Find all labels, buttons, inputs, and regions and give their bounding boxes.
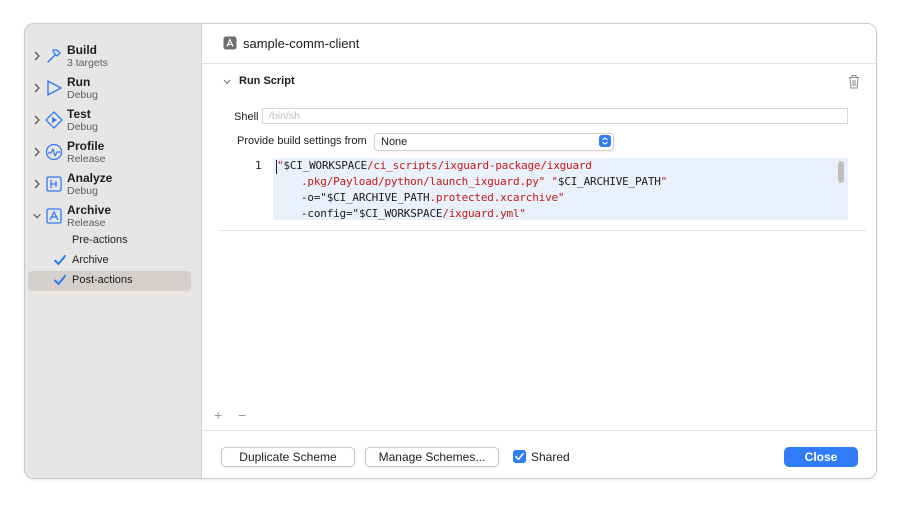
- chevron-right-icon[interactable]: [32, 146, 42, 158]
- script-token: $CI_WORKSPACE: [283, 159, 367, 172]
- target-header: sample-comm-client: [202, 24, 876, 64]
- script-token: .pkg/Payload/python/launch_ixguard.py" ": [301, 175, 558, 188]
- script-token: /ixguard.yml": [442, 207, 526, 220]
- sidebar-subitem-label: Post-actions: [72, 274, 133, 286]
- popup-stepper-icon: [599, 135, 611, 147]
- play-icon: [47, 80, 62, 96]
- hammer-icon: [47, 49, 61, 63]
- sidebar-subitem-post-actions[interactable]: Post-actions: [28, 271, 191, 291]
- scheme-footer: Duplicate Scheme Manage Schemes... Share…: [202, 430, 876, 478]
- sidebar-subitem-label: Pre-actions: [72, 234, 128, 246]
- chevron-down-icon[interactable]: [32, 210, 42, 222]
- script-token: -config=": [301, 207, 359, 220]
- script-editor[interactable]: 1 "$CI_WORKSPACE/ci_scripts/ixguard-pack…: [235, 158, 848, 220]
- close-button[interactable]: Close: [784, 447, 858, 467]
- script-line: "$CI_WORKSPACE/ci_scripts/ixguard-packag…: [277, 159, 592, 172]
- line-number: 1: [255, 159, 262, 172]
- post-actions-panel: sample-comm-client Run Script Shell Prov…: [202, 24, 876, 478]
- add-action-button[interactable]: +: [214, 407, 222, 423]
- shared-label: Shared: [531, 450, 570, 464]
- sidebar-item-subtitle: 3 targets: [67, 57, 108, 69]
- line-gutter: 1: [235, 158, 273, 220]
- archive-icon: [46, 208, 62, 224]
- editor-scrollbar[interactable]: [838, 161, 844, 183]
- script-token: $CI_ARCHIVE_PATH: [326, 191, 430, 204]
- checkmark-icon: [54, 255, 66, 265]
- chevron-right-icon[interactable]: [32, 178, 42, 190]
- shell-input[interactable]: [262, 108, 848, 124]
- gauge-icon: [45, 143, 63, 161]
- sidebar-item-run[interactable]: Run Debug: [25, 73, 201, 103]
- sidebar-subitem-pre-actions[interactable]: Pre-actions: [28, 231, 191, 251]
- add-remove-controls: + −: [214, 407, 258, 423]
- provide-build-settings-label: Provide build settings from: [237, 135, 367, 147]
- script-token: $CI_ARCHIVE_PATH: [557, 175, 661, 188]
- sidebar-item-title: Archive: [67, 203, 112, 217]
- duplicate-scheme-button[interactable]: Duplicate Scheme: [221, 447, 355, 467]
- sidebar-item-subtitle: Debug: [67, 89, 98, 101]
- scheme-editor-window: Build 3 targets Run Debug Test Debug Pro…: [24, 23, 877, 479]
- test-diamond-icon: [45, 111, 63, 129]
- trash-icon[interactable]: [847, 74, 861, 89]
- analyze-icon: [46, 176, 62, 192]
- script-line: .pkg/Payload/python/launch_ixguard.py" "…: [301, 175, 667, 188]
- script-line: -o="$CI_ARCHIVE_PATH.protected.xcarchive…: [301, 191, 565, 204]
- sidebar-item-subtitle: Debug: [67, 185, 98, 197]
- script-token: /ci_scripts/ixguard-package/ixguard: [366, 159, 592, 172]
- sidebar-subitem-label: Archive: [72, 254, 109, 266]
- checkbox-checked-icon[interactable]: [513, 450, 526, 463]
- run-script-header[interactable]: Run Script: [222, 74, 862, 92]
- chevron-right-icon[interactable]: [32, 50, 42, 62]
- sidebar-item-analyze[interactable]: Analyze Debug: [25, 169, 201, 199]
- chevron-right-icon[interactable]: [32, 82, 42, 94]
- app-target-icon: [223, 36, 237, 50]
- script-token: $CI_WORKSPACE: [358, 207, 443, 220]
- sidebar-item-profile[interactable]: Profile Release: [25, 137, 201, 167]
- sidebar-item-subtitle: Release: [67, 217, 106, 229]
- sidebar-subitem-archive[interactable]: Archive: [28, 251, 191, 271]
- sidebar-item-title: Analyze: [67, 171, 113, 185]
- sidebar-item-subtitle: Debug: [67, 121, 98, 133]
- manage-schemes-button[interactable]: Manage Schemes...: [365, 447, 499, 467]
- shell-label: Shell: [234, 111, 259, 123]
- chevron-right-icon[interactable]: [32, 114, 42, 126]
- popup-value: None: [381, 136, 408, 148]
- target-name: sample-comm-client: [243, 36, 360, 51]
- sidebar-item-title: Profile: [67, 139, 105, 153]
- script-line: -config="$CI_WORKSPACE/ixguard.yml": [301, 207, 526, 220]
- phase-divider: [219, 230, 866, 231]
- sidebar-item-test[interactable]: Test Debug: [25, 105, 201, 135]
- script-token: -o=": [301, 191, 327, 204]
- script-token: ": [660, 175, 668, 188]
- sidebar-item-title: Build: [67, 43, 97, 57]
- sidebar-item-title: Test: [67, 107, 91, 121]
- remove-action-button[interactable]: −: [238, 407, 246, 423]
- run-script-title: Run Script: [239, 75, 295, 87]
- scheme-sidebar: Build 3 targets Run Debug Test Debug Pro…: [25, 24, 202, 478]
- script-token: .protected.xcarchive": [429, 191, 565, 204]
- provide-build-settings-popup[interactable]: None: [374, 133, 614, 151]
- sidebar-item-archive[interactable]: Archive Release: [25, 201, 201, 231]
- checkmark-icon: [54, 275, 66, 285]
- sidebar-item-build[interactable]: Build 3 targets: [25, 41, 201, 71]
- sidebar-item-subtitle: Release: [67, 153, 106, 165]
- sidebar-item-title: Run: [67, 75, 91, 89]
- disclosure-chevron-down-icon[interactable]: [222, 77, 232, 87]
